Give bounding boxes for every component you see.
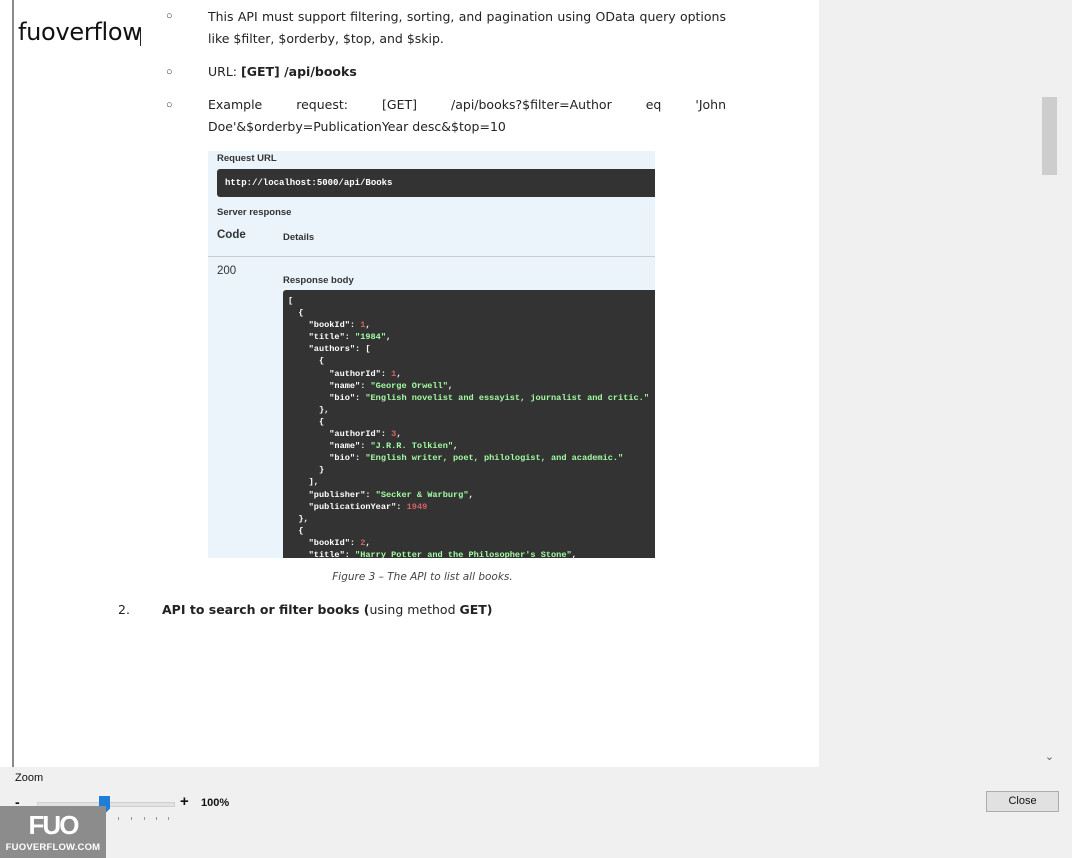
code-token: "Harry Potter and the Philosopher's Ston… <box>355 549 572 558</box>
code-token: }, <box>288 513 309 524</box>
figure-caption: Figure 3 – The API to list all books. <box>332 571 513 583</box>
code-column-header: Code <box>217 229 246 241</box>
code-token: "English writer, poet, philologist, and … <box>365 453 624 464</box>
code-token: "English novelist and essayist, journali… <box>365 392 649 403</box>
code-token: "George Orwell" <box>370 380 448 391</box>
code-token: { <box>288 416 325 427</box>
request-url-box: http://localhost:5000/api/Books <box>217 169 655 197</box>
code-token: , <box>571 549 577 558</box>
viewer-left-border <box>12 0 14 767</box>
code-token: "title": <box>288 332 356 343</box>
code-token: "bookId": <box>288 537 361 548</box>
bullet-text-example: Example request: [GET] /api/books?$filte… <box>208 97 726 134</box>
bullet-icon: ○ <box>166 66 173 78</box>
code-token: "bio": <box>288 453 366 464</box>
heading-method: GET) <box>459 602 493 617</box>
code-token: "authors": [ <box>288 344 371 355</box>
code-token: , <box>396 368 402 379</box>
code-token: , <box>365 320 371 331</box>
zoom-label: Zoom <box>15 772 44 784</box>
code-token: { <box>288 356 325 367</box>
vertical-scrollbar[interactable]: ⌄ <box>1040 0 1059 767</box>
zoom-tick <box>168 817 169 820</box>
response-body-code: [ { "bookId": 1, "title": "1984", "autho… <box>283 290 655 558</box>
scrollbar-thumb[interactable] <box>1042 97 1057 175</box>
code-token: "authorId": <box>288 429 392 440</box>
response-json: [ { "bookId": 1, "title": "1984", "autho… <box>288 295 655 558</box>
response-body-label: Response body <box>283 275 354 286</box>
watermark-text: FUOVERFLOW.COM <box>5 842 101 853</box>
swagger-screenshot-figure: Request URL http://localhost:5000/api/Bo… <box>208 151 655 558</box>
heading-normal: using method <box>369 602 460 617</box>
document-viewer[interactable]: fuoverflow ○ This API must support filte… <box>0 0 1040 767</box>
code-token: "Secker & Warburg" <box>375 489 469 500</box>
page-margin-area <box>819 0 1040 767</box>
code-token: "publicationYear": <box>288 501 407 512</box>
zoom-value: 100% <box>201 797 230 809</box>
section-heading-search-filter: API to search or filter books (using met… <box>162 602 493 617</box>
table-divider <box>208 256 655 257</box>
zoom-tick <box>118 817 119 820</box>
code-token: }, <box>288 404 330 415</box>
details-column-header: Details <box>283 232 315 243</box>
code-token: "name": <box>288 380 371 391</box>
code-token: "1984" <box>355 332 386 343</box>
server-response-label: Server response <box>217 207 292 218</box>
url-prefix: URL: <box>208 64 241 79</box>
list-number: 2. <box>118 602 130 617</box>
zoom-tick <box>156 817 157 820</box>
code-token: [ <box>288 296 294 306</box>
zoom-in-button[interactable]: + <box>180 793 189 810</box>
code-token: ], <box>288 477 319 488</box>
bullet-text-url: URL: [GET] /api/books <box>208 61 726 83</box>
code-token: "title": <box>288 549 356 558</box>
code-token: } <box>288 465 325 476</box>
code-token: , <box>447 380 454 391</box>
code-token: , <box>386 332 392 343</box>
window-right-edge <box>1059 0 1072 767</box>
code-token: , <box>365 537 371 548</box>
heading-bold: API to search or filter books ( <box>162 602 370 617</box>
url-endpoint: [GET] /api/books <box>240 64 357 79</box>
code-token: , <box>453 441 459 452</box>
brand-name: fuoverflow <box>18 18 142 46</box>
code-token: "bio": <box>288 392 366 403</box>
watermark-logo: FUO FUOVERFLOW.COM <box>0 806 106 858</box>
request-url-label: Request URL <box>217 153 277 164</box>
code-token: 1949 <box>406 501 428 512</box>
code-token: { <box>288 525 304 536</box>
bullet-icon: ○ <box>166 99 173 111</box>
code-token: "authorId": <box>288 368 392 379</box>
scroll-down-arrow-icon[interactable]: ⌄ <box>1040 748 1059 767</box>
code-token: { <box>288 308 304 319</box>
code-token: "publisher": <box>288 489 376 500</box>
watermark-logo-mark: FUO <box>28 810 80 840</box>
code-token: , <box>396 429 402 440</box>
zoom-tick <box>131 817 132 820</box>
bullet-text-odata: This API must support filtering, sorting… <box>208 9 726 46</box>
code-token: "bookId": <box>288 320 361 331</box>
code-token: , <box>468 489 474 500</box>
close-button[interactable]: Close <box>986 791 1059 812</box>
zoom-tick <box>144 817 145 820</box>
code-token: "J.R.R. Tolkien" <box>370 441 454 452</box>
status-code: 200 <box>217 265 237 277</box>
bullet-icon: ○ <box>166 10 173 22</box>
code-token: "name": <box>288 441 371 452</box>
text-caret <box>140 28 141 46</box>
